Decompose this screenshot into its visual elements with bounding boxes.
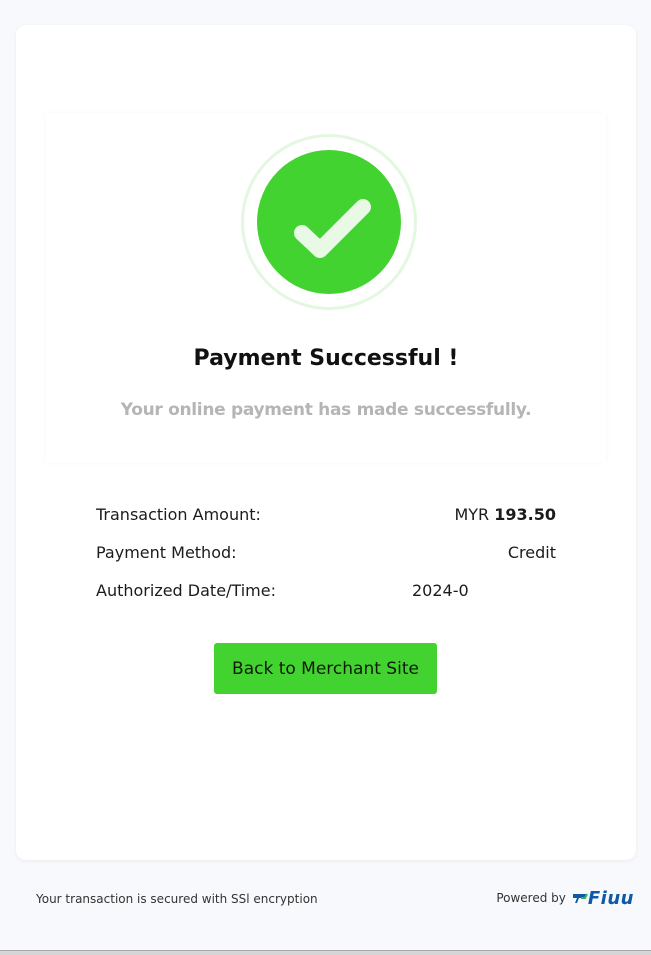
checkmark-icon: [257, 150, 401, 294]
page-title: Payment Successful !: [193, 346, 459, 371]
payment-result-card: Payment Successful ! Your online payment…: [16, 25, 636, 860]
transaction-amount-value: MYR 193.50: [454, 505, 556, 524]
authorized-datetime-row: Authorized Date/Time: 2024-0: [96, 581, 556, 605]
fiuu-logo: Fiuu: [572, 888, 634, 909]
fiuu-logo-text: Fiuu: [587, 887, 634, 909]
currency-code: MYR: [454, 505, 495, 524]
authorized-datetime-value: 2024-0: [412, 581, 469, 600]
back-to-merchant-button[interactable]: Back to Merchant Site: [214, 643, 437, 694]
fiuu-logo-mark-icon: [572, 893, 588, 903]
status-message: Your online payment has made successfull…: [120, 400, 532, 420]
payment-method-label: Payment Method:: [96, 543, 237, 562]
amount-value: 193.50: [494, 505, 556, 524]
security-note: Your transaction is secured with SSl enc…: [36, 892, 318, 906]
payment-method-row: Payment Method: Credit: [96, 543, 556, 567]
transaction-amount-row: Transaction Amount: MYR 193.50: [96, 505, 556, 529]
transaction-amount-label: Transaction Amount:: [96, 505, 261, 524]
window-bottom-edge: [0, 950, 651, 955]
payment-method-value: Credit: [507, 543, 556, 562]
authorized-datetime-label: Authorized Date/Time:: [96, 581, 276, 600]
powered-by: Powered by Fiuu: [496, 887, 634, 909]
powered-by-label: Powered by: [496, 891, 566, 905]
